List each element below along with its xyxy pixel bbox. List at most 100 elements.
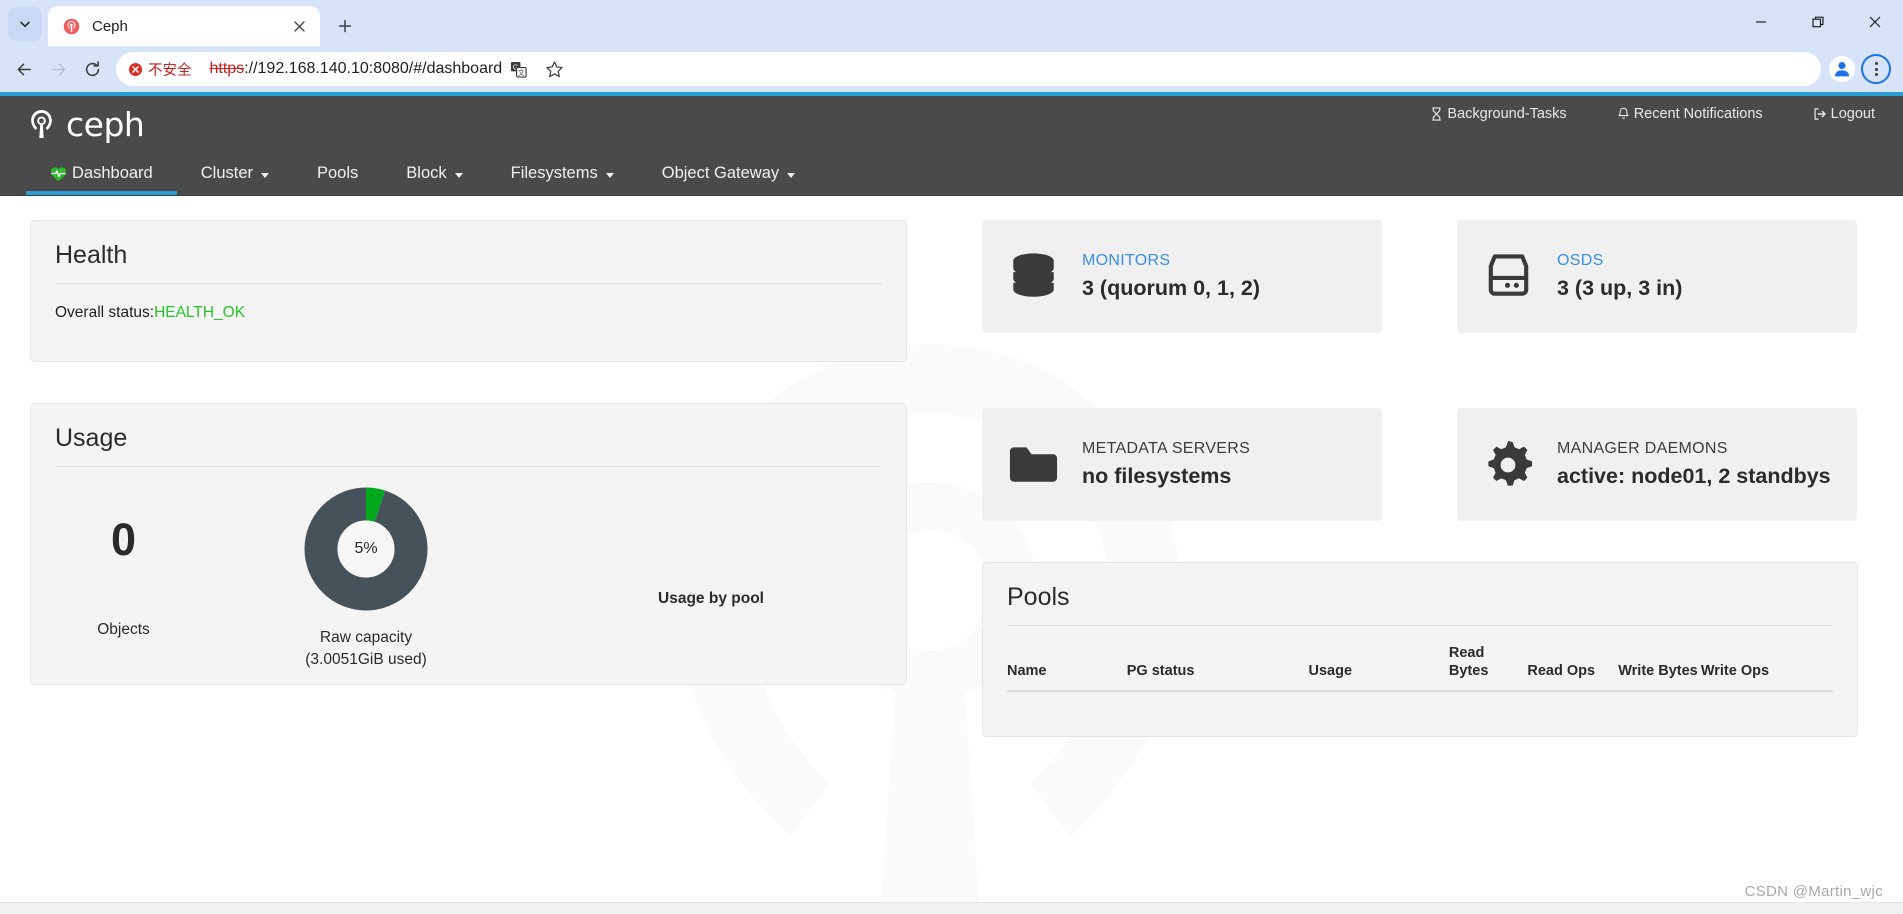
status-tile-osds[interactable]: OSDS 3 (3 up, 3 in) bbox=[1457, 220, 1857, 333]
status-tile-monitors[interactable]: MONITORS 3 (quorum 0, 1, 2) bbox=[982, 220, 1382, 333]
url-text: https://192.168.140.10:8080/#/dashboard bbox=[202, 60, 503, 78]
nav-item-block[interactable]: Block bbox=[382, 152, 486, 195]
main-nav: Dashboard Cluster Pools Block Filesystem… bbox=[0, 152, 1903, 196]
nav-item-label: Cluster bbox=[200, 164, 253, 182]
bookmark-button[interactable] bbox=[538, 53, 570, 85]
status-tile-value: 3 (3 up, 3 in) bbox=[1557, 275, 1683, 300]
raw-capacity-title: Raw capacity bbox=[319, 629, 413, 646]
site-security-button[interactable]: 不安全 bbox=[122, 56, 202, 83]
heartbeat-icon bbox=[50, 166, 67, 181]
reload-button[interactable] bbox=[76, 53, 108, 85]
status-tile-text: OSDS 3 (3 up, 3 in) bbox=[1557, 251, 1682, 302]
not-secure-icon bbox=[128, 62, 143, 76]
tab-close-button[interactable] bbox=[288, 15, 310, 37]
nav-item-dashboard[interactable]: Dashboard bbox=[26, 152, 177, 195]
pools-col-usage[interactable]: Usage bbox=[1308, 644, 1448, 690]
minimize-button[interactable] bbox=[1732, 0, 1789, 44]
header-link-background-tasks[interactable]: Background-Tasks bbox=[1430, 106, 1567, 122]
gear-icon bbox=[1479, 439, 1537, 491]
status-tile-text: MONITORS 3 (quorum 0, 1, 2) bbox=[1082, 251, 1260, 302]
header-link-logout[interactable]: Logout bbox=[1813, 106, 1875, 122]
window-controls bbox=[1732, 0, 1903, 44]
raw-capacity-chart: 5% Raw capacity (3.0051GiB used) bbox=[216, 487, 516, 671]
donut-center-label: 5% bbox=[354, 540, 378, 557]
health-status-label: Overall status: bbox=[55, 304, 155, 321]
ceph-logo-icon bbox=[62, 17, 80, 35]
close-window-button[interactable] bbox=[1846, 0, 1903, 44]
horizontal-scrollbar[interactable] bbox=[0, 902, 1903, 914]
status-tile-label: MANAGER DAEMONS bbox=[1557, 439, 1728, 457]
browser-window: Ceph 不安全 https://192.168.140.10:8080/#/d… bbox=[0, 0, 1903, 914]
status-tile-label: METADATA SERVERS bbox=[1082, 439, 1251, 457]
health-card-body: Overall status:HEALTH_OK bbox=[31, 284, 906, 348]
profile-avatar-icon bbox=[1834, 61, 1850, 77]
browser-tab[interactable]: Ceph bbox=[48, 6, 320, 46]
pools-table-body bbox=[1007, 692, 1833, 736]
usage-card-body: 0 Objects 5% Raw capacity (3.0051GiB use… bbox=[31, 467, 906, 685]
restore-button[interactable] bbox=[1789, 0, 1846, 44]
pools-card-title: Pools bbox=[1007, 583, 1070, 611]
close-icon bbox=[1869, 16, 1880, 28]
back-arrow-icon bbox=[17, 63, 31, 75]
pools-col-read-bytes[interactable]: Read Bytes bbox=[1449, 644, 1527, 690]
header-link-label: Recent Notifications bbox=[1633, 106, 1763, 122]
status-badge: HEALTH_OK bbox=[154, 304, 246, 321]
chevron-down-icon bbox=[787, 172, 796, 178]
translate-button[interactable]: G 文 bbox=[502, 53, 534, 85]
folder-icon bbox=[1004, 442, 1062, 488]
health-status: Overall status:HEALTH_OK bbox=[55, 304, 882, 322]
browser-menu-button[interactable] bbox=[1861, 54, 1891, 84]
status-tile-metadata-servers[interactable]: METADATA SERVERS no filesystems bbox=[982, 408, 1382, 521]
tab-list-button[interactable] bbox=[8, 7, 42, 41]
status-tiles: MONITORS 3 (quorum 0, 1, 2) OSDS 3 (3 up… bbox=[982, 220, 1858, 521]
status-tile-value: active: node01, 2 standbys bbox=[1557, 463, 1831, 488]
chevron-down-icon bbox=[20, 21, 30, 28]
pools-col-name[interactable]: Name bbox=[1007, 644, 1127, 690]
minimize-icon bbox=[1755, 21, 1766, 23]
pools-col-write-ops[interactable]: Write Ops bbox=[1701, 644, 1833, 690]
nav-item-filesystems[interactable]: Filesystems bbox=[487, 152, 638, 195]
address-bar[interactable]: 不安全 https://192.168.140.10:8080/#/dashbo… bbox=[116, 52, 1821, 86]
nav-item-object-gateway[interactable]: Object Gateway bbox=[638, 152, 819, 195]
pools-col-pg-status[interactable]: PG status bbox=[1127, 644, 1309, 690]
usage-by-pool-label: Usage by pool bbox=[658, 590, 764, 607]
dashboard-grid: Health Overall status:HEALTH_OK Usage 0 … bbox=[30, 220, 1873, 737]
app-brand[interactable]: ceph bbox=[26, 104, 145, 144]
pools-col-write-bytes[interactable]: Write Bytes bbox=[1618, 644, 1701, 690]
brand-name: ceph bbox=[66, 104, 145, 144]
tab-strip: Ceph bbox=[0, 0, 1903, 46]
ceph-logo-icon bbox=[31, 110, 52, 138]
kebab-menu-icon bbox=[1874, 62, 1878, 76]
svg-text:文: 文 bbox=[518, 68, 525, 77]
new-tab-button[interactable] bbox=[328, 9, 362, 43]
site-security-label: 不安全 bbox=[148, 62, 192, 79]
pools-header-row: Name PG status Usage Read Bytes Read Ops… bbox=[1007, 644, 1833, 690]
health-card: Health Overall status:HEALTH_OK bbox=[30, 220, 907, 362]
nav-item-label: Block bbox=[406, 164, 447, 182]
watermark-text: CSDN @Martin_wjc bbox=[1744, 883, 1883, 900]
status-tile-manager-daemons[interactable]: MANAGER DAEMONS active: node01, 2 standb… bbox=[1457, 408, 1857, 521]
nav-item-pools[interactable]: Pools bbox=[293, 152, 382, 195]
nav-item-cluster[interactable]: Cluster bbox=[177, 152, 293, 195]
hourglass-icon bbox=[1432, 107, 1442, 121]
health-card-title: Health bbox=[55, 241, 128, 269]
url-rest: ://192.168.140.10:8080/#/dashboard bbox=[244, 60, 503, 77]
chevron-down-icon bbox=[261, 172, 269, 178]
browser-toolbar: 不安全 https://192.168.140.10:8080/#/dashbo… bbox=[0, 46, 1903, 92]
usage-by-pool-block: Usage by pool bbox=[516, 550, 906, 608]
raw-capacity-caption: Raw capacity (3.0051GiB used) bbox=[305, 627, 427, 671]
url-scheme: https bbox=[209, 60, 245, 77]
objects-count: 0 bbox=[110, 514, 137, 566]
status-tile-text: MANAGER DAEMONS active: node01, 2 standb… bbox=[1557, 439, 1831, 490]
status-tile-label[interactable]: OSDS bbox=[1557, 252, 1604, 269]
header-links: Background-Tasks Recent Notifications Lo… bbox=[1430, 96, 1875, 152]
forward-button[interactable] bbox=[42, 53, 74, 85]
back-button[interactable] bbox=[8, 53, 40, 85]
profile-avatar[interactable] bbox=[1829, 56, 1855, 82]
header-link-recent-notifications[interactable]: Recent Notifications bbox=[1617, 106, 1763, 122]
dashboard-left-column: Health Overall status:HEALTH_OK Usage 0 … bbox=[30, 220, 907, 737]
tab-title: Ceph bbox=[92, 17, 128, 35]
pools-col-read-ops[interactable]: Read Ops bbox=[1527, 644, 1618, 690]
database-stack-icon bbox=[1004, 251, 1062, 303]
status-tile-label[interactable]: MONITORS bbox=[1082, 252, 1170, 269]
